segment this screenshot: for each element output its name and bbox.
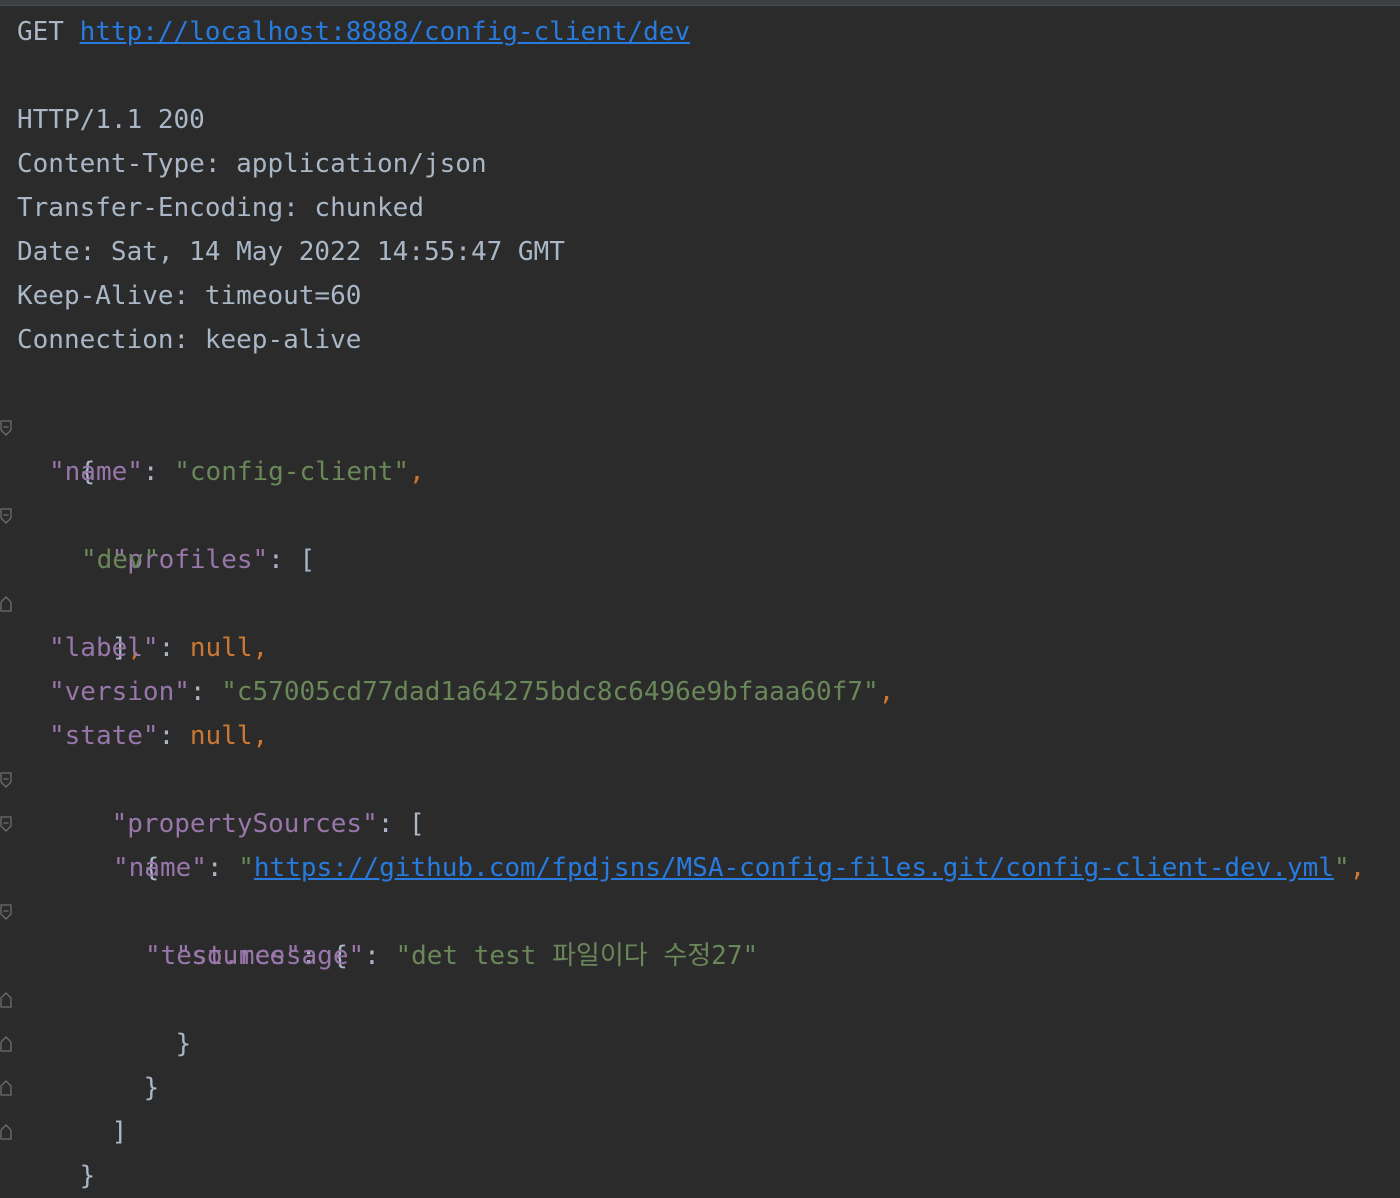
json-value-profile: "dev" bbox=[81, 545, 160, 575]
fold-collapse-icon[interactable] bbox=[0, 772, 12, 788]
request-url-link[interactable]: http://localhost:8888/config-client/dev bbox=[80, 17, 690, 47]
json-ps-object-close: } bbox=[0, 1022, 1400, 1103]
header-content-type: Content-Type: application/json bbox=[17, 149, 487, 179]
json-value-state: null bbox=[189, 721, 253, 751]
json-key-name: "name" bbox=[49, 457, 143, 487]
header-date: Date: Sat, 14 May 2022 14:55:47 GMT bbox=[17, 237, 565, 267]
json-ps-message-row: "test.message": "det test 파일이다 수정27" bbox=[145, 941, 759, 971]
http-response-editor[interactable]: GET http://localhost:8888/config-client/… bbox=[0, 10, 1400, 1191]
json-value-version: "c57005cd77dad1a64275bdc8c6496e9bfaaa60f… bbox=[221, 677, 879, 707]
fold-collapse-icon[interactable] bbox=[0, 904, 12, 920]
json-ps-source-row: "source": { bbox=[0, 890, 1400, 971]
fold-end-icon[interactable] bbox=[0, 1036, 12, 1052]
json-version-row: "version": "c57005cd77dad1a64275bdc8c649… bbox=[49, 677, 895, 707]
status-line: HTTP/1.1 200 bbox=[17, 105, 205, 135]
json-profiles-close: ], bbox=[0, 582, 1400, 663]
fold-collapse-icon[interactable] bbox=[0, 816, 12, 832]
header-transfer-encoding: Transfer-Encoding: chunked bbox=[17, 193, 424, 223]
json-value-test-message: "det test 파일이다 수정27" bbox=[395, 941, 759, 971]
json-ps-name-row: "name": "https://github.com/fpdjsns/MSA-… bbox=[113, 853, 1366, 883]
json-state-row: "state": null, bbox=[49, 721, 269, 751]
json-value-label: null bbox=[189, 633, 253, 663]
json-propertysources-close: ] bbox=[0, 1066, 1400, 1147]
json-profiles-item: "dev" bbox=[0, 538, 1400, 582]
fold-end-icon[interactable] bbox=[0, 992, 12, 1008]
header-keep-alive: Keep-Alive: timeout=60 bbox=[17, 281, 362, 311]
json-value-name: "config-client" bbox=[174, 457, 410, 487]
json-value-ps-name-link[interactable]: https://github.com/fpdjsns/MSA-config-fi… bbox=[254, 853, 1334, 883]
fold-collapse-icon[interactable] bbox=[0, 508, 12, 524]
json-label-row: "label": null, bbox=[49, 633, 269, 663]
json-ps-source-close: } bbox=[0, 978, 1400, 1059]
editor-top-border bbox=[0, 0, 1400, 6]
json-profiles-row: "profiles": [ bbox=[0, 494, 1400, 575]
request-method: GET bbox=[17, 17, 64, 47]
json-name-row: "name": "config-client", bbox=[49, 457, 425, 487]
json-key-version: "version" bbox=[49, 677, 190, 707]
fold-collapse-icon[interactable] bbox=[0, 420, 12, 436]
json-key-label: "label" bbox=[49, 633, 159, 663]
fold-end-icon[interactable] bbox=[0, 596, 12, 612]
request-line: GET http://localhost:8888/config-client/… bbox=[0, 10, 1400, 54]
fold-end-icon[interactable] bbox=[0, 1124, 12, 1140]
json-key-state: "state" bbox=[49, 721, 159, 751]
json-propertysources-row: "propertySources": [ bbox=[0, 758, 1400, 839]
json-key-test-message: "test.message" bbox=[145, 941, 365, 971]
fold-end-icon[interactable] bbox=[0, 1080, 12, 1096]
json-key-ps-name: "name" bbox=[113, 853, 207, 883]
json-ps-object-open: { bbox=[0, 802, 1400, 883]
json-open-brace: { bbox=[0, 406, 1400, 487]
header-connection: Connection: keep-alive bbox=[17, 325, 362, 355]
json-close-brace: } bbox=[0, 1110, 1400, 1191]
